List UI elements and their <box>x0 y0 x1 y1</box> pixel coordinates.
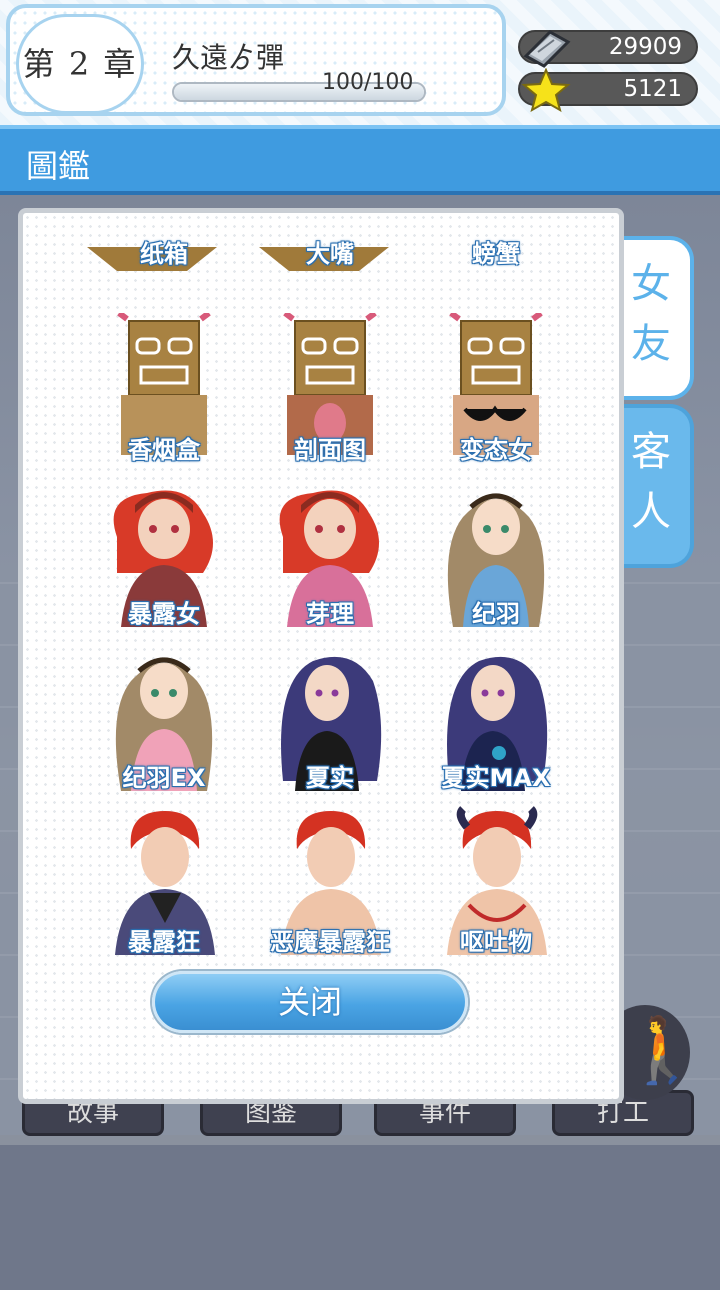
catalog-item[interactable]: 剖面图 <box>255 307 405 467</box>
catalog-item[interactable]: 纸箱 <box>89 213 239 271</box>
catalog-item[interactable]: 螃蟹 <box>421 213 571 271</box>
close-button[interactable]: 关闭 <box>152 971 468 1033</box>
tab-girlfriend[interactable]: 女 友 <box>612 236 694 400</box>
catalog-item-label: 纸箱 <box>140 240 188 268</box>
catalog-item-label: 纪羽 <box>472 600 520 628</box>
catalog-item[interactable]: 夏实 <box>255 635 405 795</box>
catalog-item-label: 螃蟹 <box>472 240 520 268</box>
catalog-panel: 纸箱 大嘴 螃蟹 香烟盒 剖面图 变态女 暴露女 芽理 纪羽 纪羽EX 夏实 夏… <box>18 208 624 1104</box>
section-bar: 圖鑑 <box>0 125 720 195</box>
catalog-item-label: 剖面图 <box>294 436 366 464</box>
section-title: 圖鑑 <box>26 147 91 185</box>
catalog-item-label: 恶魔暴露狂 <box>270 928 390 956</box>
catalog-item[interactable]: 恶魔暴露狂 <box>255 799 405 959</box>
catalog-item[interactable]: 暴露女 <box>89 471 239 631</box>
background-bottom-bar <box>0 1135 720 1290</box>
catalog-item[interactable]: 呕吐物 <box>421 799 571 959</box>
catalog-item-label: 芽理 <box>306 600 354 628</box>
gem-value: 29909 <box>608 34 682 60</box>
gem-counter[interactable]: 29909 <box>518 30 698 68</box>
catalog-item[interactable]: 香烟盒 <box>89 307 239 467</box>
catalog-item-label: 夏实MAX <box>441 764 551 792</box>
catalog-item-label: 暴露狂 <box>128 928 200 956</box>
catalog-item-label: 香烟盒 <box>128 436 200 464</box>
catalog-item[interactable]: 大嘴 <box>255 213 405 271</box>
catalog-item[interactable]: 纪羽 <box>421 471 571 631</box>
catalog-item-label: 呕吐物 <box>460 928 532 956</box>
gem-icon <box>523 30 571 68</box>
catalog-item[interactable]: 暴露狂 <box>89 799 239 959</box>
tab-guest[interactable]: 客 人 <box>612 404 694 568</box>
top-header: 第 2 章 久遠ゟ彈 100/100 29909 5121 <box>0 0 720 128</box>
catalog-item-label: 夏实 <box>306 764 354 792</box>
catalog-item[interactable]: 夏实MAX <box>421 635 571 795</box>
star-counter[interactable]: 5121 <box>518 68 698 112</box>
story-name: 久遠ゟ彈 <box>172 41 285 74</box>
star-value: 5121 <box>623 76 682 102</box>
catalog-item[interactable]: 纪羽EX <box>89 635 239 795</box>
progress-text: 100/100 <box>322 70 414 95</box>
catalog-item[interactable]: 芽理 <box>255 471 405 631</box>
catalog-item-label: 纪羽EX <box>122 764 206 792</box>
catalog-item-label: 暴露女 <box>128 600 200 628</box>
chapter-badge: 第 2 章 <box>16 14 144 114</box>
catalog-item-label: 变态女 <box>460 436 532 464</box>
catalog-item[interactable]: 变态女 <box>421 307 571 467</box>
star-icon <box>521 68 571 112</box>
catalog-item-label: 大嘴 <box>306 240 354 268</box>
